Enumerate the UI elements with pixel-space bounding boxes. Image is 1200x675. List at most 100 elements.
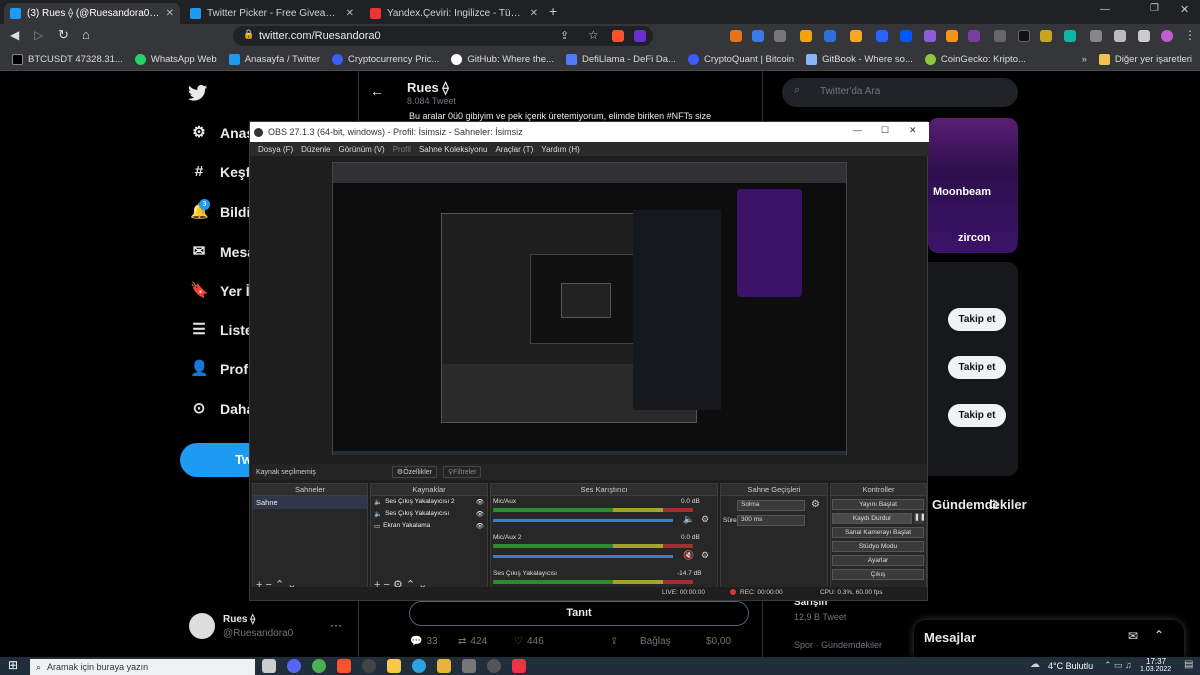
sticky-notes-icon[interactable] bbox=[387, 659, 401, 673]
brave-icon[interactable] bbox=[337, 659, 351, 673]
bookmark-item[interactable]: Cryptocurrency Pric... bbox=[332, 54, 439, 65]
expand-drawer-icon[interactable]: ⌃ bbox=[1154, 628, 1164, 642]
properties-button[interactable]: ⚙Özellikler bbox=[391, 466, 437, 478]
reading-list-icon[interactable] bbox=[1138, 30, 1150, 42]
menu-help[interactable]: Yardım (H) bbox=[541, 145, 580, 154]
extension-icon[interactable] bbox=[850, 30, 862, 42]
puzzle-extensions-icon[interactable] bbox=[1114, 30, 1126, 42]
extension-icon[interactable] bbox=[900, 30, 912, 42]
gear-icon[interactable]: ⚙ bbox=[811, 499, 820, 510]
task-view-icon[interactable] bbox=[262, 659, 276, 673]
brave-rewards-icon[interactable] bbox=[634, 30, 646, 42]
discord-icon[interactable] bbox=[287, 659, 301, 673]
visibility-eye-icon[interactable]: 👁 bbox=[476, 522, 484, 530]
weather-status[interactable]: 4°C Bulutlu bbox=[1048, 661, 1093, 671]
obs-active-icon[interactable] bbox=[487, 659, 501, 673]
scene-item[interactable]: Sahne bbox=[253, 496, 367, 509]
extension-icon[interactable] bbox=[752, 30, 764, 42]
reply-action[interactable]: 💬 33 bbox=[410, 636, 438, 647]
tab-yandex-translate[interactable]: Yandex.Çeviri: İngilizce - Türkçe, Rusça… bbox=[364, 3, 544, 24]
muted-speaker-icon[interactable]: 🔇 bbox=[683, 550, 694, 561]
minimize-window-icon[interactable]: — bbox=[1100, 4, 1110, 15]
gear-icon[interactable]: ⚙ bbox=[701, 550, 709, 561]
tray-icons[interactable]: ⌃ ▭ ♫ bbox=[1104, 660, 1132, 671]
menu-edit[interactable]: Düzenle bbox=[301, 145, 330, 154]
volume-slider[interactable] bbox=[493, 519, 673, 522]
obs-minimize-icon[interactable]: — bbox=[853, 125, 862, 135]
search-input[interactable]: ⌕ Twitter'da Ara bbox=[782, 78, 1018, 107]
maximize-window-icon[interactable]: ❐ bbox=[1150, 3, 1159, 14]
retweet-action[interactable]: ⇄ 424 bbox=[458, 636, 487, 647]
tab-twitter-picker[interactable]: Twitter Picker - Free Giveaway Picker ✕ bbox=[184, 3, 360, 24]
start-virtual-camera-button[interactable]: Sanal Kamerayı Başlat bbox=[832, 527, 924, 538]
close-tab-icon[interactable]: ✕ bbox=[530, 8, 538, 19]
bookmark-item[interactable]: CoinGecko: Kripto... bbox=[924, 54, 1026, 65]
menu-file[interactable]: Dosya (F) bbox=[258, 145, 293, 154]
studio-mode-button[interactable]: Stüdyo Modu bbox=[832, 541, 924, 552]
bookmark-item[interactable]: CryptoQuant | Bitcoin bbox=[687, 54, 794, 65]
share-icon[interactable]: ⇪ bbox=[560, 29, 569, 42]
menu-view[interactable]: Görünüm (V) bbox=[338, 145, 384, 154]
obs-preview[interactable] bbox=[332, 162, 847, 455]
telegram-icon[interactable] bbox=[412, 659, 426, 673]
bookmark-star-icon[interactable]: ☆ bbox=[588, 28, 599, 42]
menu-tools[interactable]: Araçlar (T) bbox=[495, 145, 533, 154]
connect-action[interactable]: Bağlaş bbox=[640, 636, 671, 647]
brave-shield-icon[interactable] bbox=[612, 30, 624, 42]
taskbar-search-input[interactable]: ⌕ Aramak için buraya yazın bbox=[30, 659, 255, 675]
avatar[interactable] bbox=[189, 613, 215, 639]
twitter-logo-icon[interactable] bbox=[188, 84, 208, 102]
close-window-icon[interactable]: ✕ bbox=[1180, 3, 1189, 16]
extension-icon[interactable] bbox=[946, 30, 958, 42]
bookmark-item[interactable]: BTCUSDT 47328.31... bbox=[12, 54, 123, 65]
menu-scene-collection[interactable]: Sahne Koleksiyonu bbox=[419, 145, 488, 154]
follow-button[interactable]: Takip et bbox=[948, 308, 1006, 331]
back-arrow-icon[interactable]: ← bbox=[370, 83, 384, 99]
source-item[interactable]: ▭ Ekran Yakalama 👁 bbox=[371, 520, 487, 532]
extension-icon[interactable] bbox=[800, 30, 812, 42]
source-item[interactable]: 🔈 Ses Çıkış Yakalayıcısı 👁 bbox=[371, 508, 487, 520]
transition-select[interactable]: Solma bbox=[737, 500, 805, 511]
follow-button[interactable]: Takip et bbox=[948, 356, 1006, 379]
start-streaming-button[interactable]: Yayını Başlat bbox=[832, 499, 924, 510]
follow-button[interactable]: Takip et bbox=[948, 404, 1006, 427]
bookmark-item[interactable]: Anasayfa / Twitter bbox=[228, 54, 320, 65]
extension-icon[interactable] bbox=[1064, 30, 1076, 42]
tip-action[interactable]: $0,00 bbox=[706, 636, 731, 647]
like-action[interactable]: ♡ 446 bbox=[514, 636, 544, 647]
volume-slider[interactable] bbox=[493, 555, 673, 558]
clock-time[interactable]: 17:37 bbox=[1146, 657, 1166, 666]
nav-profile[interactable]: 👤 Profil bbox=[190, 360, 256, 378]
more-options-icon[interactable]: ··· bbox=[330, 618, 342, 632]
obs-icon[interactable] bbox=[362, 659, 376, 673]
close-tab-icon[interactable]: ✕ bbox=[166, 8, 174, 19]
profile-avatar-icon[interactable] bbox=[1161, 30, 1173, 42]
more-bookmarks-icon[interactable]: » bbox=[1082, 54, 1087, 65]
extension-icon[interactable] bbox=[824, 30, 836, 42]
settings-button[interactable]: Ayarlar bbox=[832, 555, 924, 566]
filters-button[interactable]: ⚲Filtreler bbox=[443, 466, 482, 478]
stop-recording-button[interactable]: Kaydı Durdur bbox=[832, 513, 912, 524]
close-tab-icon[interactable]: ✕ bbox=[346, 8, 354, 19]
app-icon[interactable] bbox=[512, 659, 526, 673]
bookmark-item[interactable]: WhatsApp Web bbox=[134, 54, 217, 65]
obs-close-icon[interactable]: ✕ bbox=[909, 125, 917, 136]
messages-drawer[interactable]: Mesajlar ✉ ⌃ bbox=[914, 620, 1184, 657]
notifications-icon[interactable]: ▤ bbox=[1184, 659, 1193, 670]
bookmark-item[interactable]: GitBook - Where so... bbox=[806, 54, 913, 65]
obs-maximize-icon[interactable]: ☐ bbox=[881, 125, 889, 136]
home-icon[interactable]: ⌂ bbox=[82, 27, 90, 42]
reload-icon[interactable]: ↻ bbox=[58, 27, 69, 43]
source-item[interactable]: 🔈 Ses Çıkış Yakalayıcısı 2 👁 bbox=[371, 496, 487, 508]
other-bookmarks-folder[interactable]: Diğer yer işaretleri bbox=[1098, 54, 1192, 65]
windows-start-icon[interactable]: ⊞ bbox=[8, 658, 18, 672]
file-explorer-icon[interactable] bbox=[437, 659, 451, 673]
extension-icon[interactable] bbox=[968, 30, 980, 42]
bookmark-item[interactable]: GitHub: Where the... bbox=[451, 54, 554, 65]
extension-icon[interactable] bbox=[730, 30, 742, 42]
bookmark-item[interactable]: DefiLlama - DeFi Da... bbox=[565, 54, 676, 65]
clock-date[interactable]: 1.03.2022 bbox=[1140, 666, 1171, 673]
visibility-eye-icon[interactable]: 👁 bbox=[476, 510, 484, 518]
new-tab-icon[interactable]: + bbox=[549, 3, 557, 19]
extension-icon[interactable] bbox=[1018, 30, 1030, 42]
